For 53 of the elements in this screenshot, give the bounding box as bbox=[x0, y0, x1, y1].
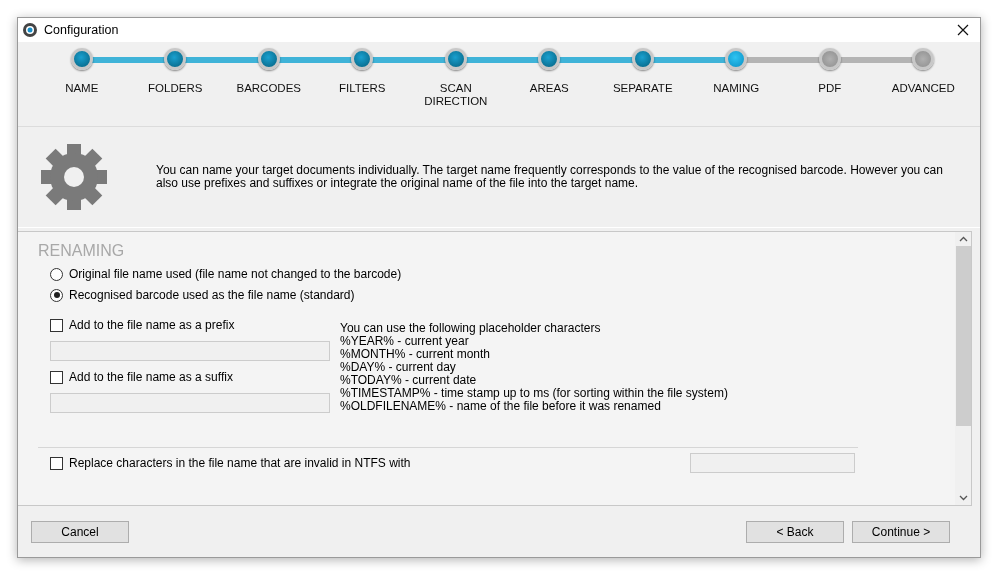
step-indicator[interactable] bbox=[538, 48, 561, 70]
description-text: You can name your target documents individually. The target name frequently corresponds to the value of the recognised barcode. However you can also use prefixes and suffixes or integrate the original name of the file into the target name. bbox=[156, 164, 944, 190]
step-label: AREAS bbox=[528, 82, 570, 95]
step-indicator[interactable] bbox=[164, 48, 187, 70]
scrollbar[interactable] bbox=[955, 232, 971, 505]
app-icon bbox=[22, 22, 38, 38]
step-label: SEPARATE bbox=[611, 82, 674, 95]
continue-button[interactable]: Continue > bbox=[852, 520, 950, 543]
checkbox[interactable] bbox=[50, 318, 63, 332]
close-icon bbox=[957, 24, 969, 36]
step-label: FILTERS bbox=[338, 82, 387, 95]
radio-label: Original file name used (file name not changed to the barcode) bbox=[69, 267, 402, 281]
step-label: ADVANCED bbox=[890, 82, 956, 95]
placeholder-description: %MONTH% - current month bbox=[340, 348, 492, 361]
help-text: You can use the following placeholder characters bbox=[340, 322, 602, 335]
radio-button[interactable] bbox=[50, 267, 63, 281]
step-indicator[interactable] bbox=[70, 48, 93, 70]
prefix-field[interactable] bbox=[50, 341, 330, 361]
checkbox-label: Add to the file name as a suffix bbox=[69, 370, 233, 384]
radio-button[interactable] bbox=[50, 288, 63, 302]
scroll-down-icon[interactable] bbox=[958, 495, 968, 501]
placeholder-description: %TIMESTAMP% - time stamp up to ms (for sorting within the file system) bbox=[340, 387, 728, 400]
checkbox-label: Replace characters in the file name that are invalid in NTFS with bbox=[69, 456, 411, 470]
step-indicator[interactable] bbox=[631, 48, 654, 70]
checkbox[interactable] bbox=[50, 456, 63, 470]
back-button[interactable]: < Back bbox=[746, 520, 844, 543]
placeholder-description: %OLDFILENAME% - name of the file before it was renamed bbox=[340, 400, 662, 413]
step-indicator[interactable] bbox=[818, 48, 841, 70]
checkbox-label: Add to the file name as a prefix bbox=[69, 318, 235, 332]
step-label: FOLDERS bbox=[147, 82, 204, 95]
section-heading: RENAMING bbox=[38, 242, 126, 260]
scroll-thumb[interactable] bbox=[955, 246, 971, 426]
step-label: NAME bbox=[64, 82, 100, 95]
cancel-button[interactable]: Cancel bbox=[31, 520, 129, 543]
step-label: NAMING bbox=[712, 82, 761, 95]
step-indicator[interactable] bbox=[444, 48, 467, 70]
step-label: BARCODES bbox=[235, 82, 302, 95]
checkbox[interactable] bbox=[50, 370, 63, 384]
window-title: Configuration bbox=[44, 23, 120, 37]
replacement-field[interactable] bbox=[690, 453, 855, 473]
step-indicator[interactable] bbox=[257, 48, 280, 70]
step-label: SCAN DIRECTION bbox=[423, 82, 489, 108]
step-label: PDF bbox=[817, 82, 843, 95]
suffix-field[interactable] bbox=[50, 393, 330, 413]
placeholder-description: %TODAY% - current date bbox=[340, 374, 478, 387]
step-indicator[interactable] bbox=[351, 48, 374, 70]
placeholder-description: %YEAR% - current year bbox=[340, 335, 469, 348]
radio-label: Recognised barcode used as the file name (standard) bbox=[69, 288, 355, 302]
placeholder-description: %DAY% - current day bbox=[340, 361, 457, 374]
gear-icon bbox=[40, 143, 108, 211]
step-indicator[interactable] bbox=[912, 48, 935, 70]
scroll-up-icon[interactable] bbox=[958, 236, 968, 242]
step-indicator[interactable] bbox=[725, 48, 748, 70]
